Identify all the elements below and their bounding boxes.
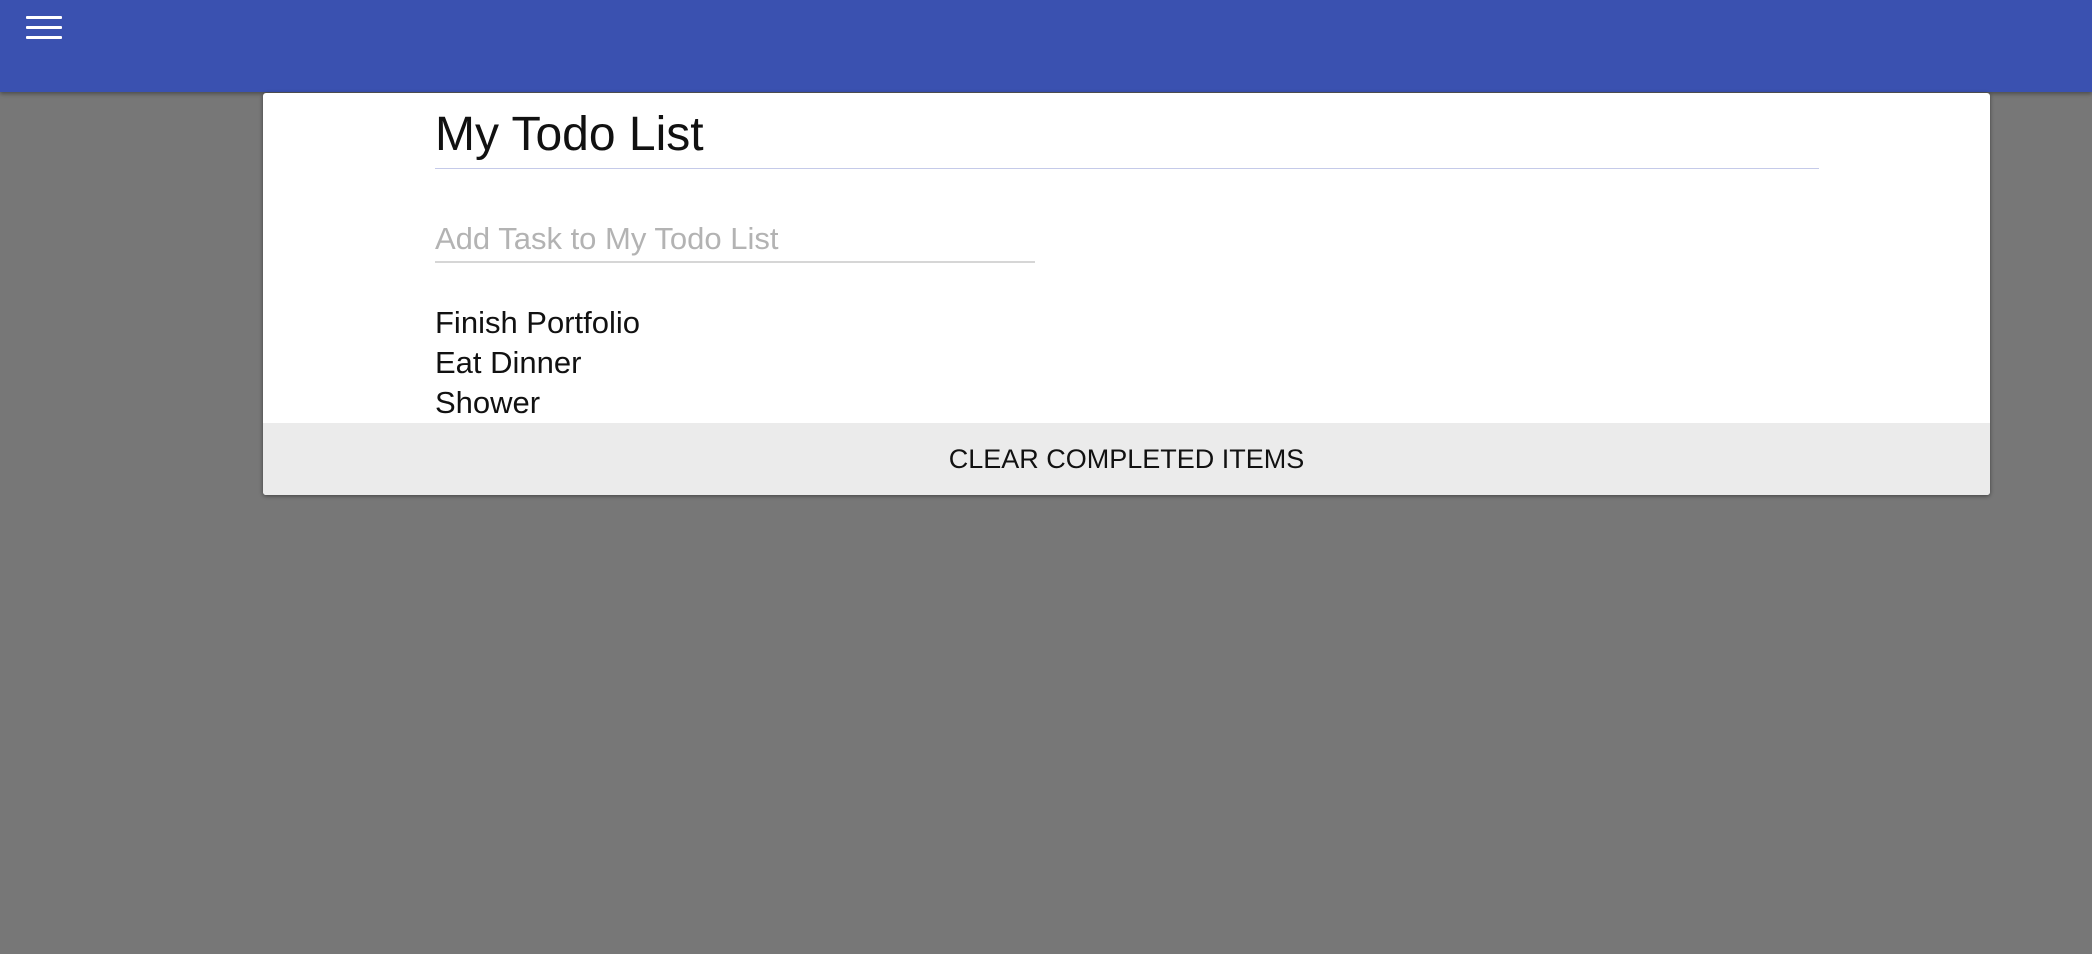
task-list: Finish Portfolio Eat Dinner Shower: [435, 303, 640, 423]
app-bar: [0, 0, 2092, 92]
clear-completed-button[interactable]: CLEAR COMPLETED ITEMS: [263, 423, 1990, 495]
todo-card: My Todo List Finish Portfolio Eat Dinner…: [263, 93, 1990, 495]
menu-icon-line: [26, 36, 62, 39]
task-item[interactable]: Shower: [435, 383, 640, 423]
title-divider: [435, 168, 1819, 169]
add-task-input[interactable]: [435, 217, 1035, 263]
menu-icon-line: [26, 16, 62, 19]
page-title: My Todo List: [435, 108, 704, 161]
hamburger-menu-icon[interactable]: [22, 12, 70, 48]
menu-icon-line: [26, 26, 62, 29]
task-item[interactable]: Eat Dinner: [435, 343, 640, 383]
task-item[interactable]: Finish Portfolio: [435, 303, 640, 343]
